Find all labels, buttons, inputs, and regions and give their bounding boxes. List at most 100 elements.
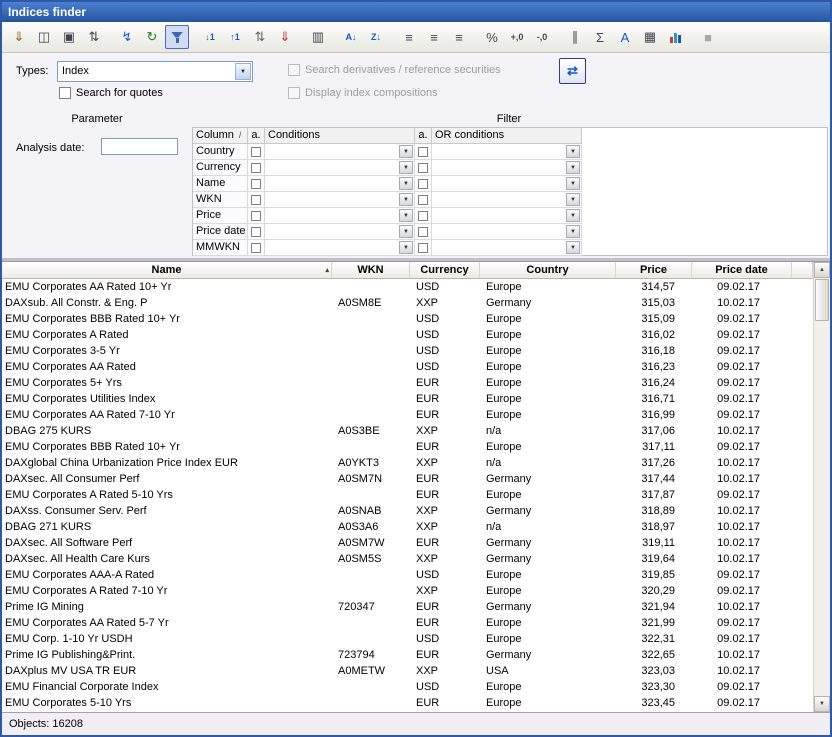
table-row[interactable]: EMU Corporates AA Rated 7-10 YrEUREurope…: [2, 407, 813, 423]
refresh-icon[interactable]: ↻: [140, 25, 164, 49]
grid-icon[interactable]: ▦: [638, 25, 662, 49]
column-header-country[interactable]: Country: [480, 262, 616, 279]
chevron-down-icon[interactable]: ▼: [399, 241, 413, 254]
chevron-down-icon[interactable]: ▼: [399, 177, 413, 190]
chevron-down-icon[interactable]: ▼: [566, 177, 580, 190]
filter-or-condition-combo[interactable]: ▼: [432, 192, 582, 208]
table-row[interactable]: DAXsec. All Consumer PerfA0SM7NEURGerman…: [2, 471, 813, 487]
filter-header-a-[interactable]: a.: [248, 128, 265, 144]
filter-and-checkbox[interactable]: [251, 163, 261, 173]
chevron-down-icon[interactable]: ▼: [566, 225, 580, 238]
table-row[interactable]: EMU Corporates BBB Rated 10+ YrEUREurope…: [2, 439, 813, 455]
filter-condition-combo[interactable]: ▼: [265, 192, 415, 208]
table-row[interactable]: EMU Corporates Utilities IndexEUREurope3…: [2, 391, 813, 407]
search-quotes-checkbox-row[interactable]: Search for quotes: [59, 87, 163, 99]
chevron-down-icon[interactable]: ▼: [566, 241, 580, 254]
chevron-down-icon[interactable]: ▼: [399, 145, 413, 158]
table-row[interactable]: EMU Corporates AA RatedUSDEurope316,2309…: [2, 359, 813, 375]
filter-or-condition-combo[interactable]: ▼: [432, 144, 582, 160]
table-row[interactable]: EMU Corporates 3-5 YrUSDEurope316,1809.0…: [2, 343, 813, 359]
filter-or-checkbox[interactable]: [418, 243, 428, 253]
table-row[interactable]: DAXsec. All Software PerfA0SM7WEURGerman…: [2, 535, 813, 551]
filter-or-checkbox[interactable]: [418, 163, 428, 173]
scrollbar-thumb[interactable]: [815, 279, 829, 321]
fit-view-icon[interactable]: ◫: [32, 25, 56, 49]
chevron-down-icon[interactable]: ▼: [566, 161, 580, 174]
scroll-down-icon[interactable]: ▼: [814, 696, 830, 712]
chevron-down-icon[interactable]: ▼: [235, 63, 251, 80]
filter-or-checkbox[interactable]: [418, 147, 428, 157]
reorder-rows-icon[interactable]: ⇅: [248, 25, 272, 49]
vertical-scrollbar[interactable]: ▲ ▼: [813, 262, 830, 712]
table-row[interactable]: EMU Corporates AA Rated 10+ YrUSDEurope3…: [2, 279, 813, 295]
filter-condition-combo[interactable]: ▼: [265, 144, 415, 160]
chevron-down-icon[interactable]: ▼: [399, 225, 413, 238]
align-left-icon[interactable]: ≡: [397, 25, 421, 49]
table-row[interactable]: DAXglobal China Urbanization Price Index…: [2, 455, 813, 471]
filter-and-checkbox[interactable]: [251, 211, 261, 221]
table-row[interactable]: DAXss. Consumer Serv. PerfA0SNABXXPGerma…: [2, 503, 813, 519]
column-header-currency[interactable]: Currency: [410, 262, 480, 279]
chevron-down-icon[interactable]: ▼: [399, 209, 413, 222]
table-row[interactable]: EMU Corporates AA Rated 5-7 YrEUREurope3…: [2, 615, 813, 631]
filter-or-condition-combo[interactable]: ▼: [432, 240, 582, 256]
chevron-down-icon[interactable]: ▼: [566, 209, 580, 222]
search-derivatives-checkbox[interactable]: [288, 64, 300, 76]
sort-add-level-icon[interactable]: ↓1: [198, 25, 222, 49]
font-icon[interactable]: A: [613, 25, 637, 49]
quote-request-icon[interactable]: ↯: [115, 25, 139, 49]
percent-format-icon[interactable]: %: [480, 25, 504, 49]
chevron-down-icon[interactable]: ▼: [399, 193, 413, 206]
filter-or-condition-combo[interactable]: ▼: [432, 208, 582, 224]
chevron-down-icon[interactable]: ▼: [566, 193, 580, 206]
execute-search-button[interactable]: ⇄: [559, 58, 586, 84]
sort-descending-icon[interactable]: Z↓: [364, 25, 388, 49]
display-compositions-checkbox[interactable]: [288, 87, 300, 99]
sort-ascending-icon[interactable]: A↓: [339, 25, 363, 49]
filter-or-checkbox[interactable]: [418, 195, 428, 205]
remove-decimal-icon[interactable]: -,0: [530, 25, 554, 49]
filter-condition-combo[interactable]: ▼: [265, 240, 415, 256]
transfer-view-icon[interactable]: ⇅: [82, 25, 106, 49]
table-row[interactable]: EMU Corporates 5-10 YrsEUREurope323,4509…: [2, 695, 813, 711]
table-row[interactable]: DAXsub. All Constr. & Eng. PA0SM8EXXPGer…: [2, 295, 813, 311]
chevron-down-icon[interactable]: ▼: [566, 145, 580, 158]
stop-icon[interactable]: ■: [696, 25, 720, 49]
filter-or-condition-combo[interactable]: ▼: [432, 160, 582, 176]
import-data-icon[interactable]: ⇓: [273, 25, 297, 49]
table-row[interactable]: Prime IG Publishing&Print.723794EURGerma…: [2, 647, 813, 663]
filter-condition-combo[interactable]: ▼: [265, 176, 415, 192]
table-row[interactable]: Prime IG Mining720347EURGermany321,9410.…: [2, 599, 813, 615]
filter-or-checkbox[interactable]: [418, 211, 428, 221]
sum-icon[interactable]: Σ: [588, 25, 612, 49]
filter-header-conditions[interactable]: Conditions: [265, 128, 415, 144]
filter-or-condition-combo[interactable]: ▼: [432, 224, 582, 240]
filter-or-checkbox[interactable]: [418, 227, 428, 237]
chevron-down-icon[interactable]: ▼: [399, 161, 413, 174]
filter-header-a-[interactable]: a.: [415, 128, 432, 144]
table-row[interactable]: EMU Corporates AAA-A RatedUSDEurope319,8…: [2, 567, 813, 583]
table-row[interactable]: EMU Corporates A Rated 5-10 YrsEUREurope…: [2, 487, 813, 503]
types-dropdown[interactable]: Index ▼: [57, 61, 253, 82]
analysis-date-input[interactable]: [101, 138, 178, 155]
add-decimal-icon[interactable]: +,0: [505, 25, 529, 49]
table-row[interactable]: EMU Financial Corporate IndexUSDEurope32…: [2, 679, 813, 695]
table-row[interactable]: EMU Corporates A Rated 7-10 YrXXPEurope3…: [2, 583, 813, 599]
align-right-icon[interactable]: ≡: [447, 25, 471, 49]
sort-remove-level-icon[interactable]: ↑1: [223, 25, 247, 49]
export-table-icon[interactable]: ⇓: [7, 25, 31, 49]
table-row[interactable]: DBAG 275 KURSA0S3BEXXPn/a317,0610.02.17: [2, 423, 813, 439]
table-row[interactable]: EMU Corporates BBB Rated 10+ YrUSDEurope…: [2, 311, 813, 327]
scrollbar-track[interactable]: [814, 322, 830, 696]
filter-icon[interactable]: [165, 25, 189, 49]
chart-icon[interactable]: [663, 25, 687, 49]
column-options-icon[interactable]: ▥: [306, 25, 330, 49]
filter-and-checkbox[interactable]: [251, 195, 261, 205]
filter-and-checkbox[interactable]: [251, 179, 261, 189]
filter-header-column[interactable]: Column/: [193, 128, 248, 144]
filter-condition-combo[interactable]: ▼: [265, 224, 415, 240]
results-body[interactable]: EMU Corporates AA Rated 10+ YrUSDEurope3…: [2, 279, 813, 712]
filter-and-checkbox[interactable]: [251, 227, 261, 237]
new-window-icon[interactable]: ▣: [57, 25, 81, 49]
filter-and-checkbox[interactable]: [251, 243, 261, 253]
